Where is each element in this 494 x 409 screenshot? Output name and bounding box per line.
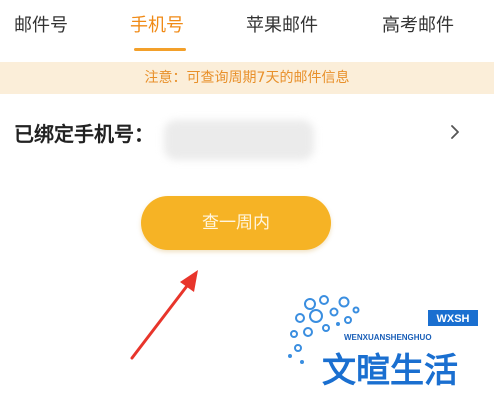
watermark-initials: WXSH [437, 313, 470, 325]
watermark-pinyin: WENXUANSHENGHUO [344, 333, 432, 342]
active-tab-indicator [134, 48, 186, 51]
notice-banner: 注意：可查询周期7天的邮件信息 [0, 62, 494, 94]
tab-gaokao-mail[interactable]: 高考邮件 [382, 14, 454, 38]
tab-mail-number[interactable]: 邮件号 [14, 14, 68, 38]
query-week-button[interactable]: 查一周内 [141, 196, 331, 250]
bound-phone-row[interactable]: 已绑定手机号： [0, 112, 494, 160]
red-arrow-annotation [130, 270, 198, 360]
chevron-right-icon[interactable] [448, 124, 462, 140]
watermark-logo: WXSH WENXUANSHENGHUO 文暄生活 [288, 295, 478, 392]
tab-phone-number[interactable]: 手机号 [130, 14, 184, 38]
tab-apple-mail[interactable]: 苹果邮件 [246, 14, 318, 38]
bound-phone-label: 已绑定手机号： [14, 122, 154, 146]
phone-number-value [164, 120, 314, 160]
tab-bar: 邮件号 手机号 苹果邮件 高考邮件 [0, 0, 494, 58]
watermark-chinese: 文暄生活 [322, 351, 458, 391]
